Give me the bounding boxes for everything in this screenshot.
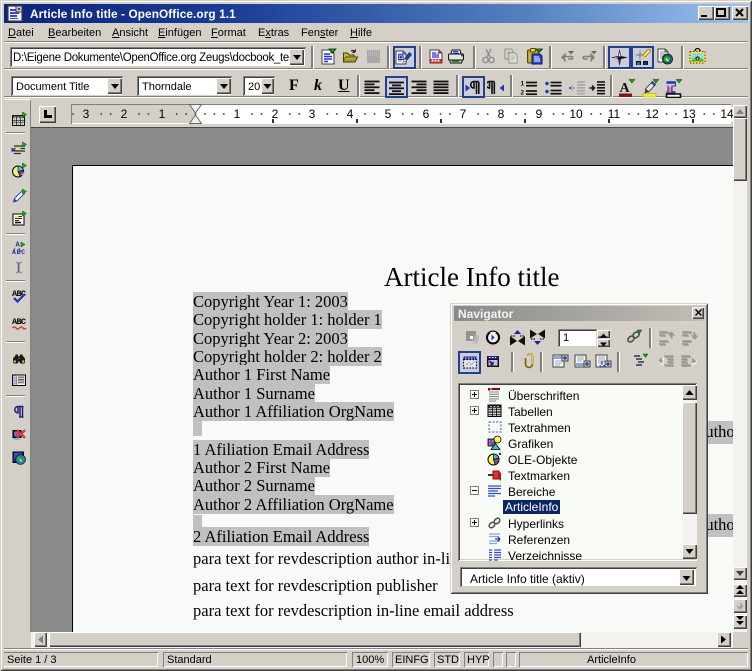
svg-text:1: 1 — [521, 81, 525, 88]
svg-text:ABC: ABC — [12, 249, 25, 255]
svg-text:2: 2 — [521, 90, 525, 97]
svg-text:ABC: ABC — [12, 317, 26, 327]
